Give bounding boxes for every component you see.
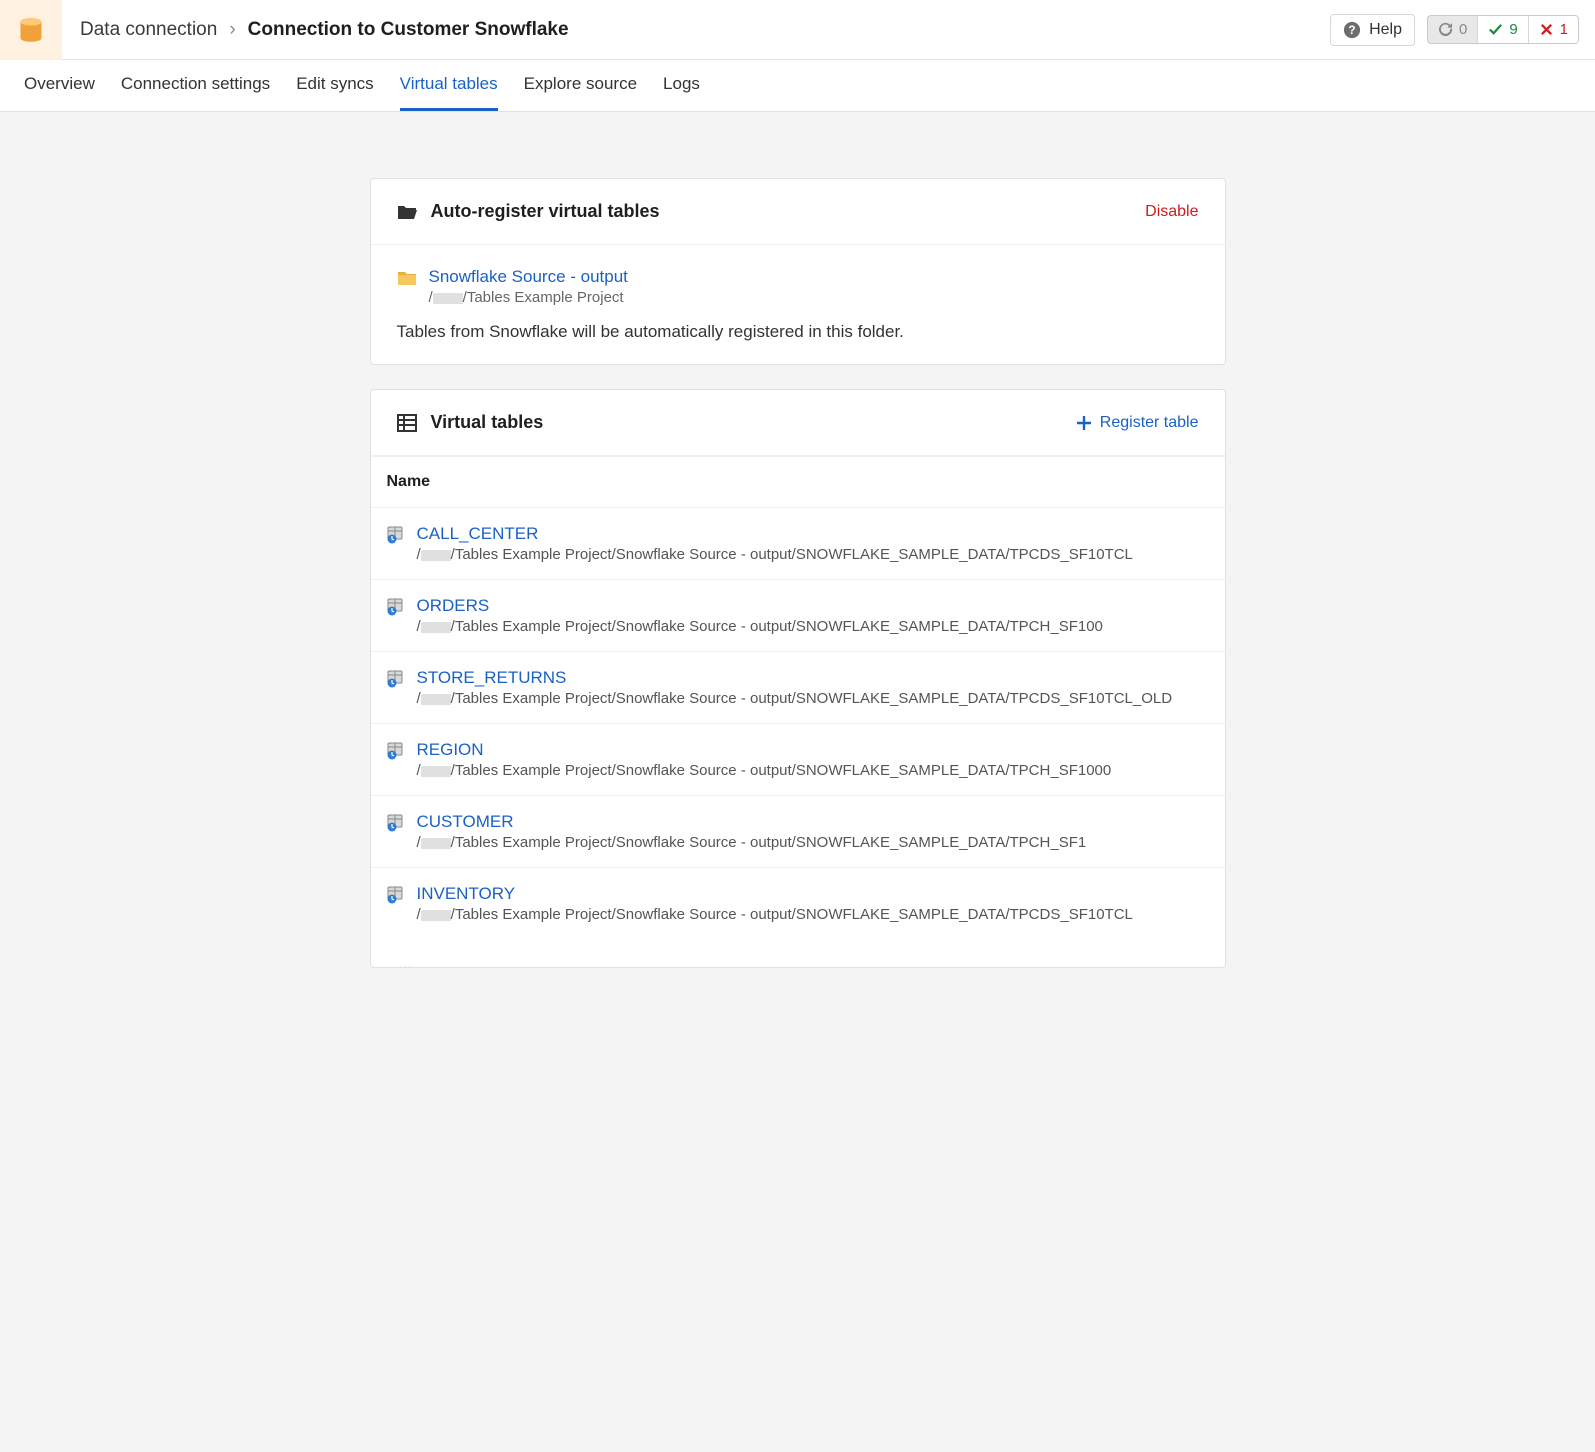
table-path: //Tables Example Project/Snowflake Sourc… [417,906,1133,923]
auto-register-card: Auto-register virtual tables Disable Sno… [370,178,1226,365]
table-list: CALL_CENTER //Tables Example Project/Snow… [371,508,1225,939]
table-icon [387,598,405,619]
redacted-text [421,838,451,849]
table-row[interactable]: INVENTORY //Tables Example Project/Snowfl… [371,868,1225,939]
output-folder-link[interactable]: Snowflake Source - output [429,267,628,287]
content-stack: Auto-register virtual tables Disable Sno… [370,178,1226,968]
table-icon [387,670,405,691]
check-icon [1488,22,1503,37]
redacted-text [433,293,463,304]
tabs: Overview Connection settings Edit syncs Vir… [0,60,1595,112]
table-row[interactable]: ORDERS //Tables Example Project/Snowflake… [371,580,1225,652]
plus-icon [1076,415,1092,431]
tab-overview[interactable]: Overview [24,60,95,111]
table-icon [387,526,405,547]
register-table-button[interactable]: Register table [1076,414,1199,432]
breadcrumb: Data connection › Connection to Customer… [80,19,1330,41]
tab-explore-source[interactable]: Explore source [524,60,637,111]
table-icon [387,742,405,763]
status-ok-count: 9 [1509,21,1517,38]
output-folder-path: //Tables Example Project [429,289,628,306]
table-path: //Tables Example Project/Snowflake Sourc… [417,834,1087,851]
status-sync[interactable]: 0 [1428,16,1477,43]
breadcrumb-root[interactable]: Data connection [80,19,217,41]
table-icon [387,814,405,835]
tab-connection-settings[interactable]: Connection settings [121,60,270,111]
redacted-text [421,694,451,705]
table-icon [387,886,405,907]
status-sync-count: 0 [1459,21,1467,38]
table-name[interactable]: ORDERS [417,596,1103,616]
output-folder: Snowflake Source - output //Tables Examp… [397,267,1199,306]
status-error[interactable]: 1 [1528,16,1578,43]
table-name[interactable]: INVENTORY [417,884,1133,904]
table-row[interactable]: CUSTOMER //Tables Example Project/Snowfla… [371,796,1225,868]
table-row-cutoff: … [371,939,1225,967]
column-header-name: Name [371,456,1225,508]
table-row[interactable]: STORE_RETURNS //Tables Example Project/Sn… [371,652,1225,724]
table-name[interactable]: CUSTOMER [417,812,1087,832]
virtual-tables-header: Virtual tables Register table [371,390,1225,456]
folder-icon [397,269,417,287]
header-actions: Help 0 9 1 [1330,14,1579,46]
help-icon [1343,21,1361,39]
table-name-cutoff: … [399,955,413,967]
virtual-tables-title: Virtual tables [431,412,544,433]
table-name[interactable]: REGION [417,740,1112,760]
table-row[interactable]: REGION //Tables Example Project/Snowflake… [371,724,1225,796]
table-path: //Tables Example Project/Snowflake Sourc… [417,618,1103,635]
page-title: Connection to Customer Snowflake [248,19,569,41]
grid-icon [397,413,417,433]
content: Auto-register virtual tables Disable Sno… [0,112,1595,1008]
redacted-text [421,622,451,633]
table-row[interactable]: CALL_CENTER //Tables Example Project/Snow… [371,508,1225,580]
table-path: //Tables Example Project/Snowflake Sourc… [417,762,1112,779]
virtual-tables-card: Virtual tables Register table Name CALL_… [370,389,1226,968]
tab-virtual-tables[interactable]: Virtual tables [400,60,498,111]
database-icon [0,0,62,60]
tab-logs[interactable]: Logs [663,60,700,111]
x-icon [1539,22,1554,37]
auto-register-body: Snowflake Source - output //Tables Examp… [371,245,1225,364]
table-path: //Tables Example Project/Snowflake Sourc… [417,546,1133,563]
chevron-right-icon: › [229,19,235,41]
help-label: Help [1369,21,1402,39]
table-path: //Tables Example Project/Snowflake Sourc… [417,690,1173,707]
disable-button[interactable]: Disable [1145,203,1198,221]
auto-register-description: Tables from Snowflake will be automatica… [397,322,1199,342]
auto-register-title: Auto-register virtual tables [431,201,660,222]
status-pills: 0 9 1 [1427,15,1579,44]
status-ok[interactable]: 9 [1477,16,1527,43]
register-table-label: Register table [1100,414,1199,432]
status-error-count: 1 [1560,21,1568,38]
page-header: Data connection › Connection to Customer… [0,0,1595,60]
folder-open-icon [397,202,417,222]
tab-edit-syncs[interactable]: Edit syncs [296,60,373,111]
refresh-icon [1438,22,1453,37]
redacted-text [421,910,451,921]
table-name[interactable]: STORE_RETURNS [417,668,1173,688]
help-button[interactable]: Help [1330,14,1415,46]
table-name[interactable]: CALL_CENTER [417,524,1133,544]
redacted-text [421,550,451,561]
redacted-text [421,766,451,777]
auto-register-header: Auto-register virtual tables Disable [371,179,1225,245]
